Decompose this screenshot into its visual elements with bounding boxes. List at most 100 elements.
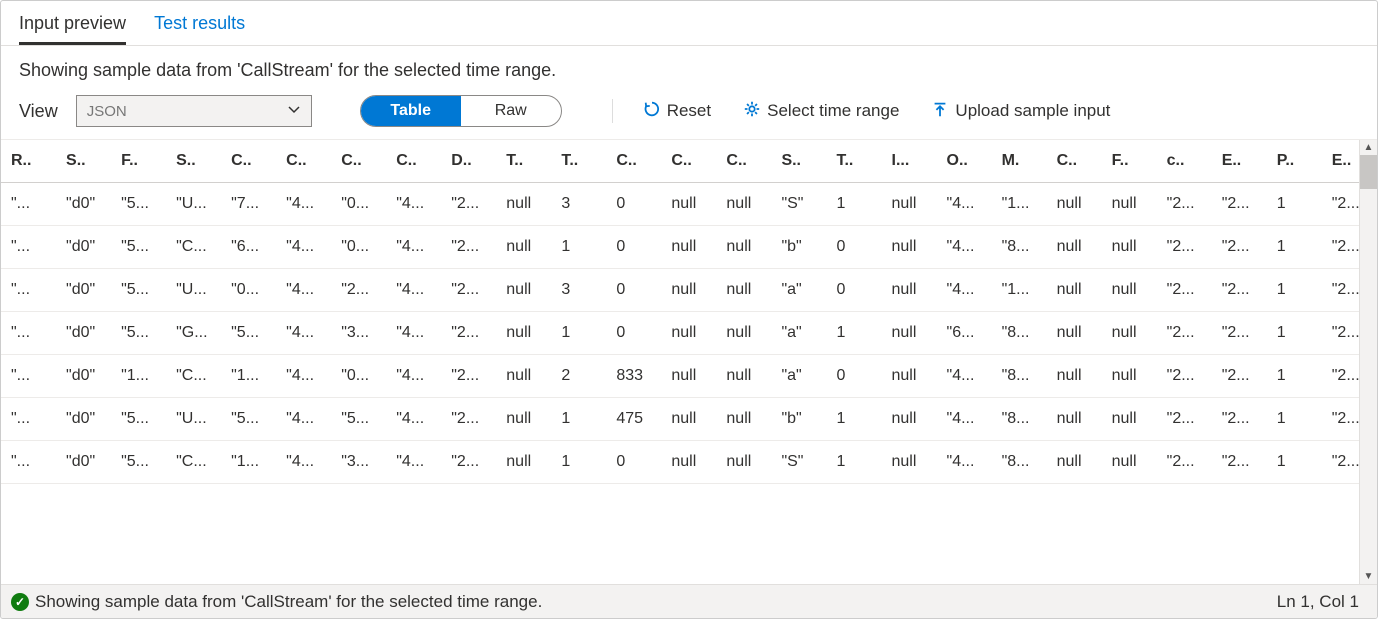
table-cell: null bbox=[1102, 269, 1157, 312]
table-cell: "5... bbox=[221, 398, 276, 441]
table-cell: null bbox=[661, 441, 716, 484]
column-header[interactable]: R.. bbox=[1, 140, 56, 183]
column-header[interactable]: T.. bbox=[551, 140, 606, 183]
column-header[interactable]: C.. bbox=[716, 140, 771, 183]
table-cell: "4... bbox=[386, 269, 441, 312]
vertical-scrollbar[interactable]: ▲ ▼ bbox=[1359, 140, 1377, 584]
table-cell: null bbox=[716, 226, 771, 269]
table-cell: 0 bbox=[826, 269, 881, 312]
column-header[interactable]: C.. bbox=[276, 140, 331, 183]
status-message: Showing sample data from 'CallStream' fo… bbox=[35, 592, 542, 612]
table-row[interactable]: "..."d0""5..."C..."6..."4..."0..."4..."2… bbox=[1, 226, 1377, 269]
column-header[interactable]: F.. bbox=[111, 140, 166, 183]
table-cell: "3... bbox=[331, 312, 386, 355]
table-cell: 1 bbox=[1267, 183, 1322, 226]
table-cell: null bbox=[1047, 398, 1102, 441]
table-cell: 1 bbox=[1267, 269, 1322, 312]
table-cell: 1 bbox=[551, 226, 606, 269]
table-cell: "2... bbox=[1157, 441, 1212, 484]
tab-input-preview[interactable]: Input preview bbox=[19, 13, 126, 45]
column-header[interactable]: C.. bbox=[331, 140, 386, 183]
table-cell: 1 bbox=[1267, 441, 1322, 484]
table-cell: null bbox=[882, 312, 937, 355]
table-cell: "U... bbox=[166, 183, 221, 226]
upload-sample-input-button[interactable]: Upload sample input bbox=[931, 100, 1110, 123]
table-cell: null bbox=[496, 183, 551, 226]
table-row[interactable]: "..."d0""5..."G..."5..."4..."3..."4..."2… bbox=[1, 312, 1377, 355]
table-cell: 833 bbox=[606, 355, 661, 398]
table-cell: "4... bbox=[276, 183, 331, 226]
table-cell: 1 bbox=[826, 312, 881, 355]
table-cell: null bbox=[496, 441, 551, 484]
column-header[interactable]: M. bbox=[992, 140, 1047, 183]
table-cell: "4... bbox=[276, 269, 331, 312]
table-cell: 3 bbox=[551, 183, 606, 226]
table-cell: 1 bbox=[551, 398, 606, 441]
scroll-thumb[interactable] bbox=[1360, 155, 1377, 189]
table-row[interactable]: "..."d0""5..."U..."5..."4..."5..."4..."2… bbox=[1, 398, 1377, 441]
table-cell: null bbox=[1102, 441, 1157, 484]
table-cell: null bbox=[716, 312, 771, 355]
table-cell: "d0" bbox=[56, 312, 111, 355]
column-header[interactable]: C.. bbox=[606, 140, 661, 183]
table-cell: "... bbox=[1, 398, 56, 441]
column-header[interactable]: C.. bbox=[386, 140, 441, 183]
table-cell: "a" bbox=[771, 355, 826, 398]
table-cell: "3... bbox=[331, 441, 386, 484]
table-cell: "C... bbox=[166, 441, 221, 484]
table-cell: "2... bbox=[441, 398, 496, 441]
table-cell: "4... bbox=[386, 226, 441, 269]
table-cell: null bbox=[882, 183, 937, 226]
column-header[interactable]: S.. bbox=[56, 140, 111, 183]
table-cell: "2... bbox=[1157, 269, 1212, 312]
table-cell: "4... bbox=[937, 441, 992, 484]
table-cell: null bbox=[882, 355, 937, 398]
column-header[interactable]: S.. bbox=[166, 140, 221, 183]
column-header[interactable]: T.. bbox=[496, 140, 551, 183]
column-header[interactable]: O.. bbox=[937, 140, 992, 183]
table-cell: 1 bbox=[551, 441, 606, 484]
column-header[interactable]: I... bbox=[882, 140, 937, 183]
format-dropdown[interactable]: JSON bbox=[76, 95, 312, 127]
column-header[interactable]: C.. bbox=[221, 140, 276, 183]
table-cell: "4... bbox=[386, 441, 441, 484]
table-cell: "1... bbox=[111, 355, 166, 398]
view-mode-raw[interactable]: Raw bbox=[461, 96, 561, 126]
table-cell: "6... bbox=[221, 226, 276, 269]
column-header[interactable]: S.. bbox=[771, 140, 826, 183]
table-row[interactable]: "..."d0""1..."C..."1..."4..."0..."4..."2… bbox=[1, 355, 1377, 398]
upload-sample-input-label: Upload sample input bbox=[955, 101, 1110, 121]
table-cell: null bbox=[882, 226, 937, 269]
table-cell: 1 bbox=[1267, 398, 1322, 441]
column-header[interactable]: c.. bbox=[1157, 140, 1212, 183]
scroll-down-icon[interactable]: ▼ bbox=[1360, 569, 1377, 584]
table-cell: null bbox=[716, 183, 771, 226]
table-cell: "2... bbox=[1212, 441, 1267, 484]
table-cell: "5... bbox=[221, 312, 276, 355]
table-cell: null bbox=[661, 398, 716, 441]
column-header[interactable]: D.. bbox=[441, 140, 496, 183]
table-row[interactable]: "..."d0""5..."U..."7..."4..."0..."4..."2… bbox=[1, 183, 1377, 226]
table-cell: "U... bbox=[166, 269, 221, 312]
table-cell: 1 bbox=[1267, 226, 1322, 269]
column-header[interactable]: T.. bbox=[826, 140, 881, 183]
table-cell: null bbox=[496, 355, 551, 398]
table-cell: "2... bbox=[441, 355, 496, 398]
table-cell: "d0" bbox=[56, 226, 111, 269]
scroll-up-icon[interactable]: ▲ bbox=[1360, 140, 1377, 155]
view-mode-table[interactable]: Table bbox=[361, 96, 461, 126]
column-header[interactable]: E.. bbox=[1212, 140, 1267, 183]
column-header[interactable]: P.. bbox=[1267, 140, 1322, 183]
table-cell: "2... bbox=[1157, 226, 1212, 269]
column-header[interactable]: F.. bbox=[1102, 140, 1157, 183]
column-header[interactable]: C.. bbox=[661, 140, 716, 183]
column-header[interactable]: C.. bbox=[1047, 140, 1102, 183]
table-row[interactable]: "..."d0""5..."U..."0..."4..."2..."4..."2… bbox=[1, 269, 1377, 312]
table-row[interactable]: "..."d0""5..."C..."1..."4..."3..."4..."2… bbox=[1, 441, 1377, 484]
select-time-range-button[interactable]: Select time range bbox=[743, 100, 899, 123]
table-cell: "b" bbox=[771, 226, 826, 269]
reset-button[interactable]: Reset bbox=[643, 100, 711, 123]
table-cell: null bbox=[716, 398, 771, 441]
tab-test-results[interactable]: Test results bbox=[154, 13, 245, 45]
table-cell: "8... bbox=[992, 226, 1047, 269]
